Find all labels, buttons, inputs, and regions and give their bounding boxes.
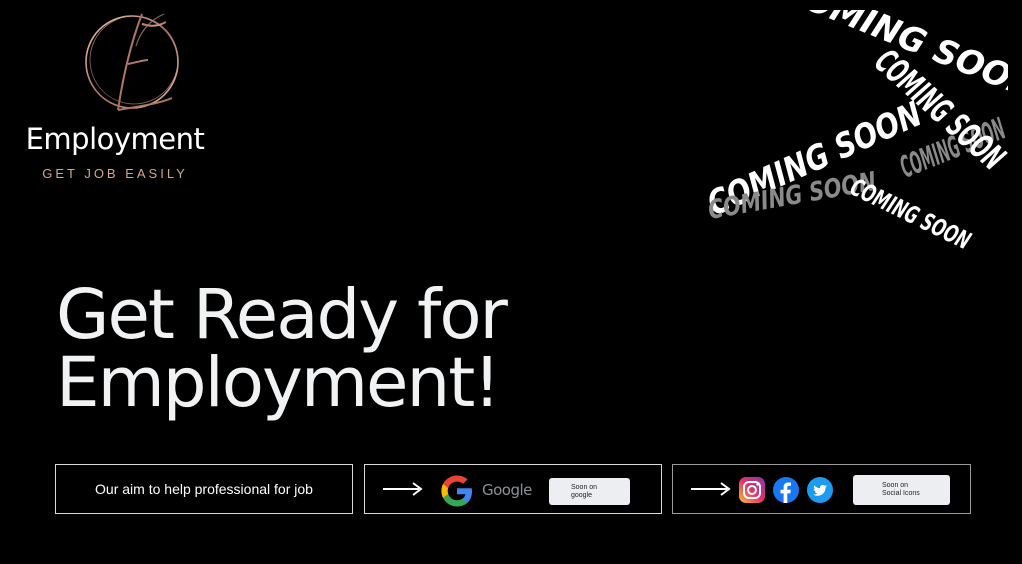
page-headline: Get Ready for Employment! bbox=[56, 281, 508, 418]
arrow-right-icon bbox=[691, 482, 731, 496]
brand-logo: Employment GET JOB EASILY bbox=[20, 10, 210, 190]
google-card: Google Soon on google bbox=[364, 464, 662, 514]
instagram-icon[interactable] bbox=[739, 477, 765, 503]
google-label: Google bbox=[482, 481, 532, 499]
soon-on-social-badge: Soon on Social Icons bbox=[853, 475, 950, 505]
coming-soon-ribbon-graphic: COMING SOON COMING SOON COMING SOON COMI… bbox=[702, 10, 1008, 255]
arrow-right-icon bbox=[383, 482, 423, 496]
aim-text: Our aim to help professional for job bbox=[95, 481, 313, 497]
brand-tagline: GET JOB EASILY bbox=[42, 166, 188, 181]
pill-line-1: Soon on bbox=[882, 482, 909, 489]
brand-name: Employment bbox=[25, 122, 205, 156]
pill-line-1: Soon on bbox=[571, 483, 598, 491]
twitter-icon[interactable] bbox=[807, 477, 833, 503]
aim-card: Our aim to help professional for job bbox=[55, 464, 353, 514]
coming-soon-ribbon-4: COMING SOON bbox=[846, 173, 975, 255]
soon-on-google-badge: Soon on google bbox=[549, 478, 630, 505]
google-g-icon bbox=[441, 475, 472, 507]
facebook-icon[interactable] bbox=[773, 477, 799, 503]
headline-line-2: Employment! bbox=[56, 343, 501, 423]
pill-line-2: Social Icons bbox=[882, 490, 920, 497]
pill-line-2: google bbox=[571, 491, 593, 499]
logo-e-monogram-icon bbox=[85, 13, 179, 111]
social-card: Soon on Social Icons bbox=[672, 464, 971, 514]
